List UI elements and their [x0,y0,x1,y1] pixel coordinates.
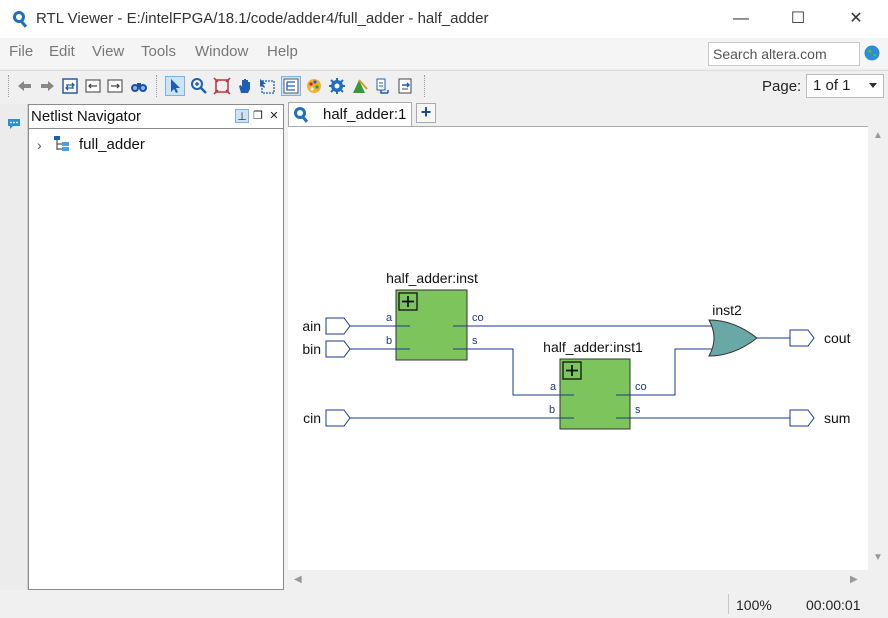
port-label-b: b [549,404,555,416]
elapsed-time: 00:00:01 [806,597,861,613]
chevron-right-icon[interactable]: › [37,137,42,153]
page-select[interactable]: 1 of 1 [806,74,884,98]
close-panel-icon[interactable]: ✕ [267,109,281,123]
page-label: Page: [762,78,802,95]
settings-icon[interactable] [328,77,346,95]
toolbar-separator [424,75,425,97]
port-label-a: a [386,312,393,324]
menu-file[interactable]: File [9,43,33,60]
back-icon[interactable] [16,77,34,95]
instance-half-adder-inst[interactable]: half_adder:inst a b co s [386,270,484,361]
port-label-s: s [635,404,641,416]
hierarchy-tree-icon [54,136,69,151]
input-port-ain-label: ain [302,318,321,334]
netlist-icon[interactable] [374,77,392,95]
netlist-navigator-title: Netlist Navigator [31,108,142,125]
port-label-s: s [472,335,478,347]
netlist-navigator-header: Netlist Navigator ⊥ ❐ ✕ [29,105,283,129]
port-label-b: b [386,335,392,347]
refresh-icon[interactable] [61,77,79,95]
input-port-ain[interactable]: ain [302,317,351,335]
port-label-a: a [550,381,557,393]
menu-view[interactable]: View [92,43,124,60]
minimize-icon[interactable]: — [730,8,752,30]
close-icon[interactable]: ✕ [845,8,867,30]
zoom-level: 100% [736,597,772,613]
hand-tool-icon[interactable] [236,77,254,95]
find-icon[interactable] [130,77,148,95]
horizontal-scrollbar[interactable]: ◀ ▶ [288,570,868,590]
messages-icon[interactable] [7,118,21,130]
tree-item-label: full_adder [79,136,145,153]
search-input[interactable]: Search altera.com [708,42,860,66]
scroll-up-icon[interactable]: ▲ [873,130,883,141]
scroll-left-icon[interactable]: ◀ [294,574,302,585]
menu-tools[interactable]: Tools [141,43,176,60]
input-port-cin[interactable]: cin [303,409,351,427]
input-port-bin-label: bin [302,341,321,357]
schematic-canvas[interactable]: ain bin cin cout sum half_adder:inst a b… [288,126,868,570]
schematic-diagram: ain bin cin cout sum half_adder:inst a b… [302,270,851,430]
menu-edit[interactable]: Edit [49,43,75,60]
tab-half-adder-1[interactable]: half_adder:1 [288,102,412,126]
status-separator [728,594,729,614]
toolbar [0,70,888,102]
globe-icon[interactable] [864,45,880,61]
left-side-strip [0,104,28,590]
port-label-co: co [635,381,647,393]
go-to-prev-icon[interactable] [84,77,102,95]
export-icon[interactable] [397,77,415,95]
port-label-co: co [472,312,484,324]
wire-inst-s [467,348,560,396]
maximize-icon[interactable]: ☐ [787,8,809,30]
or-gate-inst2[interactable]: inst2 [708,302,758,357]
title-bar: RTL Viewer - E:/intelFPGA/18.1/code/adde… [0,0,888,38]
scroll-right-icon[interactable]: ▶ [850,574,858,585]
area-select-icon[interactable] [258,77,276,95]
instance-name-label: half_adder:inst1 [543,339,643,355]
output-port-sum[interactable]: sum [789,409,850,427]
hierarchy-icon[interactable] [281,76,301,96]
chevron-down-icon [869,83,877,88]
zoom-tool-icon[interactable] [190,77,208,95]
menu-help[interactable]: Help [267,43,298,60]
netlist-navigator-panel: Netlist Navigator ⊥ ❐ ✕ › full_adder [28,104,284,590]
gate-name-label: inst2 [712,302,742,318]
selection-tool-icon[interactable] [165,76,185,96]
color-icon[interactable] [305,77,323,95]
go-to-next-icon[interactable] [106,77,124,95]
output-port-cout[interactable]: cout [789,329,851,347]
tab-label: half_adder:1 [323,106,407,123]
rtl-viewer-window: RTL Viewer - E:/intelFPGA/18.1/code/adde… [0,0,888,618]
float-window-icon[interactable]: ❐ [251,109,265,123]
rtl-viewer-tab-icon [294,107,309,123]
pin-icon[interactable]: ⊥ [235,109,249,123]
menu-window[interactable]: Window [195,43,248,60]
toolbar-separator [8,75,9,97]
add-tab-button[interactable]: + [416,103,436,123]
output-port-cout-label: cout [824,330,851,346]
scroll-down-icon[interactable]: ▼ [873,552,883,563]
rtl-viewer-app-icon [13,11,28,28]
tab-bar: half_adder:1 + [288,102,888,126]
window-title: RTL Viewer - E:/intelFPGA/18.1/code/adde… [36,10,489,27]
page-select-value: 1 of 1 [813,77,851,94]
instance-name-label: half_adder:inst [386,270,478,286]
toolbar-separator [156,75,157,97]
highlight-icon[interactable] [351,77,369,95]
output-port-sum-label: sum [824,410,850,426]
fit-window-icon[interactable] [213,77,231,95]
vertical-scrollbar[interactable]: ▲ ▼ [868,126,888,570]
input-port-bin[interactable]: bin [302,340,351,358]
forward-icon[interactable] [38,77,56,95]
status-bar: 100% 00:00:01 [0,590,888,618]
instance-half-adder-inst1[interactable]: half_adder:inst1 a b co s [543,339,647,430]
input-port-cin-label: cin [303,410,321,426]
